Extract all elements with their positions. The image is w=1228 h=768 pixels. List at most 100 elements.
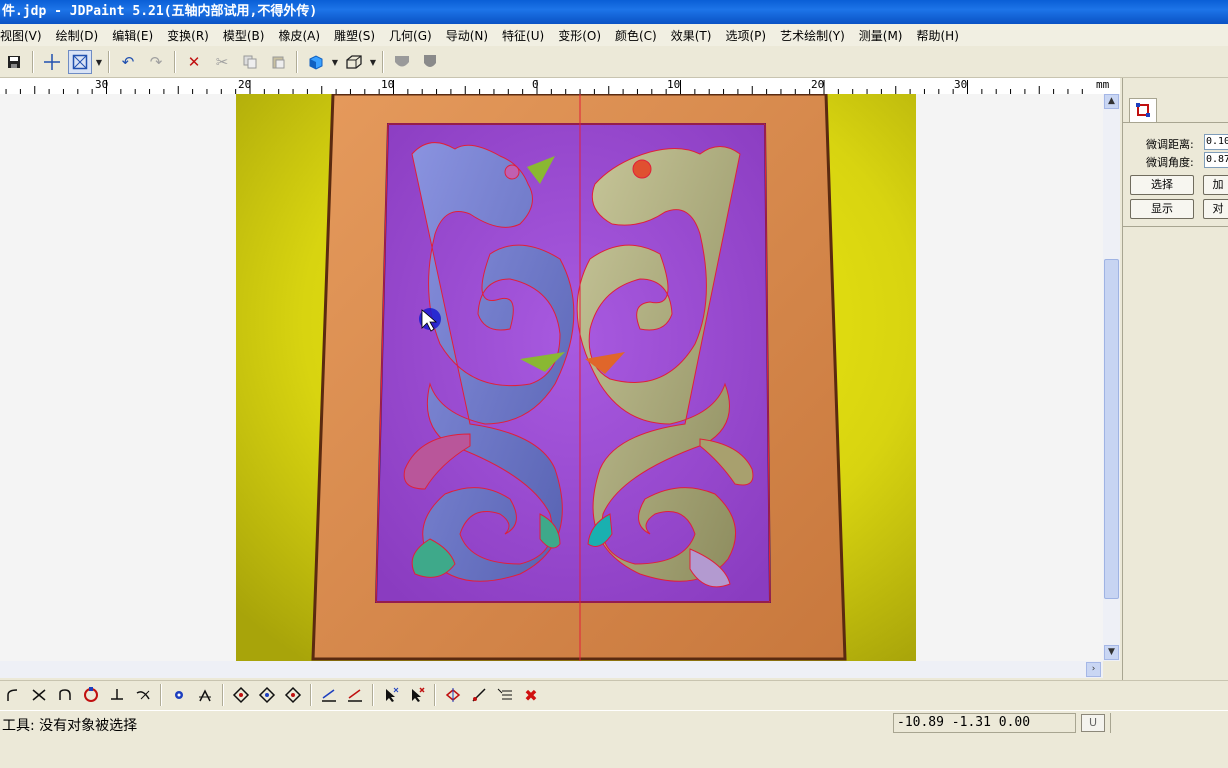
right-panel: 微调距离: 0.10 微调角度: 0.87 选择 加 显示 对	[1122, 78, 1228, 680]
bottom-toolbar: ✖	[0, 680, 1228, 709]
chevron-down-icon[interactable]: ▼	[94, 58, 104, 67]
toolbar-separator	[160, 684, 162, 706]
menu-deform[interactable]: 变形(O)	[551, 27, 608, 44]
delete-icon[interactable]: ✕	[182, 50, 206, 74]
mirror-icon[interactable]	[440, 683, 466, 707]
menu-guide[interactable]: 导动(N)	[439, 27, 495, 44]
ruler-label-20r: 20	[811, 78, 825, 91]
scroll-thumb[interactable]	[1104, 259, 1119, 599]
menu-model[interactable]: 模型(B)	[216, 27, 272, 44]
vertical-scrollbar[interactable]: ▲ ▼	[1103, 94, 1120, 661]
toolbar-separator	[174, 51, 176, 73]
layer-icon-2[interactable]	[342, 683, 368, 707]
menu-transform[interactable]: 变换(R)	[160, 27, 216, 44]
select-box-icon[interactable]	[68, 50, 92, 74]
toolbar-separator	[222, 684, 224, 706]
scroll-down-icon[interactable]: ▼	[1104, 645, 1119, 660]
chevron-down-icon[interactable]: ▼	[368, 58, 378, 67]
distance-field[interactable]: 0.10	[1204, 134, 1228, 150]
menu-eraser[interactable]: 橡皮(A)	[271, 27, 327, 44]
horizontal-ruler: 30 20 10 0 10 20 30 mm	[0, 78, 1120, 95]
menu-bar: 视图(V) 绘制(D) 编辑(E) 变换(R) 模型(B) 橡皮(A) 雕塑(S…	[0, 24, 1228, 46]
menu-sculpt[interactable]: 雕塑(S)	[327, 27, 382, 44]
angle-label: 微调角度:	[1146, 156, 1194, 169]
node-edit-tab[interactable]	[1129, 98, 1157, 123]
crosshair-icon[interactable]	[40, 50, 64, 74]
distance-label: 微调距离:	[1146, 138, 1194, 151]
view-3d-icon[interactable]	[304, 50, 328, 74]
shade-icon[interactable]	[390, 50, 414, 74]
toolbar-separator	[382, 51, 384, 73]
link-icon[interactable]	[466, 683, 492, 707]
diamond-icon-2[interactable]	[254, 683, 280, 707]
diamond-icon-1[interactable]	[228, 683, 254, 707]
copy-icon[interactable]	[238, 50, 262, 74]
menu-view[interactable]: 视图(V)	[0, 27, 49, 44]
menu-art-draw[interactable]: 艺术绘制(Y)	[773, 27, 852, 44]
toolbar-separator	[310, 684, 312, 706]
menu-effect[interactable]: 效果(T)	[664, 27, 719, 44]
close-red-icon[interactable]: ✖	[518, 683, 544, 707]
ruler-label-30l: 30	[95, 78, 109, 91]
ruler-label-20l: 20	[238, 78, 252, 91]
diamond-icon-3[interactable]	[280, 683, 306, 707]
drawing-canvas[interactable]	[0, 94, 1103, 661]
undo-icon[interactable]: ↶	[116, 50, 140, 74]
menu-measure[interactable]: 测量(M)	[852, 27, 910, 44]
save-icon[interactable]	[2, 50, 26, 74]
list-icon[interactable]	[492, 683, 518, 707]
intersect-icon[interactable]	[192, 683, 218, 707]
toolbar-separator	[108, 51, 110, 73]
layer-icon-1[interactable]	[316, 683, 342, 707]
pick-icon[interactable]	[378, 683, 404, 707]
menu-draw[interactable]: 绘制(D)	[49, 27, 106, 44]
angle-field[interactable]: 0.87	[1204, 152, 1228, 168]
menu-options[interactable]: 选项(P)	[718, 27, 773, 44]
toolbar-separator	[372, 684, 374, 706]
ruler-label-0: 0	[532, 78, 539, 91]
circle-icon[interactable]	[78, 683, 104, 707]
menu-color[interactable]: 颜色(C)	[608, 27, 664, 44]
select-button[interactable]: 选择	[1130, 175, 1194, 195]
show-button[interactable]: 显示	[1130, 199, 1194, 219]
ruler-unit: mm	[1096, 78, 1110, 91]
add-button[interactable]: 加	[1203, 175, 1228, 195]
arc-tool-icon[interactable]	[0, 683, 26, 707]
tab-divider	[1123, 122, 1228, 123]
ruler-label-10l: 10	[381, 78, 395, 91]
status-cell	[1110, 713, 1228, 733]
pick-remove-icon[interactable]	[404, 683, 430, 707]
perpendicular-icon[interactable]	[104, 683, 130, 707]
ruler-label-10r: 10	[667, 78, 681, 91]
toolbar-separator	[32, 51, 34, 73]
menu-help[interactable]: 帮助(H)	[909, 27, 965, 44]
box-view-icon[interactable]	[342, 50, 366, 74]
paste-icon[interactable]	[266, 50, 290, 74]
redo-icon[interactable]: ↷	[144, 50, 168, 74]
scroll-up-icon[interactable]: ▲	[1104, 94, 1119, 109]
menu-feature[interactable]: 特征(U)	[495, 27, 551, 44]
chevron-down-icon[interactable]: ▼	[330, 58, 340, 67]
ruler-ticks	[5, 80, 1083, 94]
menu-edit[interactable]: 编辑(E)	[105, 27, 160, 44]
point-icon[interactable]	[166, 683, 192, 707]
toolbar-separator	[434, 684, 436, 706]
menu-geometry[interactable]: 几何(G)	[382, 27, 439, 44]
other-button[interactable]: 对	[1203, 199, 1228, 219]
fillet-icon[interactable]	[52, 683, 78, 707]
relief-render	[236, 94, 916, 661]
unit-button[interactable]: U	[1081, 714, 1105, 732]
tangent-icon[interactable]	[130, 683, 156, 707]
trim-icon[interactable]	[26, 683, 52, 707]
window-title: 件.jdp - JDPaint 5.21(五轴内部试用,不得外传)	[0, 0, 1228, 24]
shade-icon-2[interactable]	[418, 50, 442, 74]
cut-icon[interactable]: ✂	[210, 50, 234, 74]
main-toolbar: ▼ ↶ ↷ ✕ ✂ ▼ ▼	[0, 47, 1228, 78]
toolbar-separator	[296, 51, 298, 73]
scroll-right-icon[interactable]: ›	[1086, 662, 1101, 677]
horizontal-scrollbar[interactable]: ›	[0, 661, 1103, 678]
panel-divider	[1123, 226, 1228, 227]
status-bar: 工具: 没有对象被选择 -10.89 -1.31 0.00 U	[0, 710, 1228, 737]
status-text: 工具: 没有对象被选择	[2, 718, 138, 734]
coordinate-readout: -10.89 -1.31 0.00	[893, 713, 1076, 733]
